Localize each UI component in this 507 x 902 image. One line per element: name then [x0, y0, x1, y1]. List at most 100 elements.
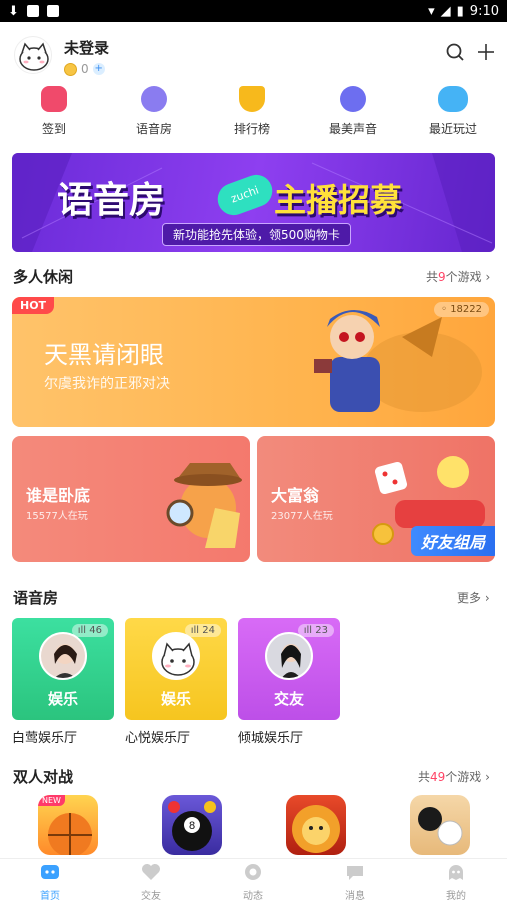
more-suffix: 个游戏: [445, 770, 482, 784]
chevron-right-icon: ›: [484, 591, 490, 605]
voice-room-icon: [141, 86, 167, 112]
game-card-title: 谁是卧底: [26, 486, 91, 505]
quicknav-label: 签到: [41, 122, 66, 136]
quicknav-checkin[interactable]: 签到: [14, 86, 94, 137]
wifi-icon: ▾: [428, 3, 435, 19]
game-card-players: 15577人在玩: [26, 511, 88, 522]
quicknav-label: 排行榜: [233, 122, 270, 136]
quicknav-recent[interactable]: 最近玩过: [413, 86, 493, 137]
more-prefix: 共: [426, 270, 439, 284]
search-icon[interactable]: [443, 40, 467, 64]
game-card-undercover[interactable]: 谁是卧底 15577人在玩: [12, 436, 250, 562]
game-card-title: 大富翁: [271, 486, 320, 505]
voice-room-card[interactable]: ıll 24 娱乐: [125, 618, 227, 720]
section-more-casual[interactable]: 共9个游戏 ›: [426, 268, 490, 285]
promo-banner[interactable]: 语音房 zuchi 主播招募 新功能抢先体验，领500购物卡: [12, 153, 495, 252]
voice-room-card[interactable]: ıll 46 娱乐: [12, 618, 114, 720]
moments-tab-icon: [245, 864, 261, 880]
download-icon: ⬇: [8, 3, 19, 19]
quick-nav: 签到 语音房 排行榜 最美声音 最近玩过: [0, 86, 507, 142]
more-prefix: 共: [418, 770, 431, 784]
calendar-icon: [41, 86, 67, 112]
voice-room-name[interactable]: 心悦娱乐厅: [125, 727, 190, 746]
billiards-icon: 8: [168, 801, 216, 851]
section-more-voice[interactable]: 更多 ›: [457, 589, 490, 606]
signal-bars-icon: ıll: [190, 625, 200, 636]
game-icon-billiards[interactable]: 8: [162, 795, 222, 855]
section-title-duel: 双人对战: [13, 768, 74, 786]
banner-subtitle: 新功能抢先体验，领500购物卡: [162, 223, 351, 246]
message-tab-icon: [347, 866, 363, 880]
coin-balance[interactable]: 0 +: [64, 62, 105, 76]
room-tag: 娱乐: [160, 690, 191, 708]
coin-icon: [64, 62, 77, 76]
more-count: 49: [430, 770, 446, 784]
quicknav-label: 最近玩过: [428, 122, 477, 136]
tab-friends[interactable]: 交友: [121, 863, 181, 902]
trophy-icon: [239, 86, 265, 112]
music-note-icon: [340, 86, 366, 112]
profile-tab-icon: [449, 865, 463, 880]
username[interactable]: 未登录: [64, 37, 109, 58]
signal-icon: ◢: [440, 3, 451, 19]
more-count: 9: [438, 270, 446, 284]
detective-character-illustration: [314, 309, 482, 412]
cat-avatar-icon: [19, 42, 49, 71]
go-game-icon: [418, 807, 463, 846]
tab-profile[interactable]: 我的: [426, 863, 486, 902]
listener-count: ıll 23: [297, 624, 334, 637]
tab-home[interactable]: 首页: [20, 863, 80, 902]
status-time: 9:10: [469, 3, 499, 19]
add-icon[interactable]: [474, 40, 498, 64]
tab-moments[interactable]: 动态: [223, 863, 283, 902]
hot-badge: HOT: [12, 297, 55, 314]
voice-room-card[interactable]: ıll 23 交友: [238, 618, 340, 720]
quicknav-voice-room[interactable]: 语音房: [114, 86, 194, 137]
listener-number: 46: [89, 625, 102, 636]
game-card-monopoly[interactable]: 大富翁 23077人在玩 好友组局: [257, 436, 495, 562]
voice-room-name[interactable]: 倾城娱乐厅: [238, 727, 303, 746]
game-icon-basketball[interactable]: NEW: [38, 795, 98, 855]
feature-game-subtitle: 尔虞我诈的正邪对决: [44, 376, 170, 392]
lion-icon: [292, 805, 340, 853]
host-avatar: [152, 632, 200, 680]
bottom-tab-bar: 首页 交友 动态 消息 我的: [0, 858, 507, 902]
home-tab-icon: [41, 865, 59, 879]
friends-party-ribbon: 好友组局: [410, 526, 495, 556]
chevron-right-icon: ›: [485, 770, 490, 784]
more-suffix: 个游戏: [445, 270, 482, 284]
host-avatar: [39, 632, 87, 680]
game-icon-lion[interactable]: [286, 795, 346, 855]
section-more-duel[interactable]: 共49个游戏 ›: [418, 768, 490, 785]
room-tag: 交友: [273, 690, 304, 708]
banner-title-left: 语音房: [57, 180, 166, 221]
listener-count: ıll 24: [184, 624, 221, 637]
battery-icon: ▮: [456, 3, 464, 19]
new-badge: NEW: [38, 795, 65, 806]
feature-game-card[interactable]: HOT ◦ 18222 天黑请闭眼 尔虞我诈的正邪对决: [12, 297, 495, 427]
section-title-casual: 多人休闲: [13, 268, 74, 286]
detective-blob-illustration: [166, 463, 242, 548]
tab-messages[interactable]: 消息: [325, 863, 385, 902]
voice-room-name[interactable]: 白莺娱乐厅: [12, 727, 77, 746]
quicknav-ranking[interactable]: 排行榜: [212, 86, 292, 137]
game-icon-go[interactable]: [410, 795, 470, 855]
quicknav-best-voice[interactable]: 最美声音: [313, 86, 393, 137]
listener-number: 23: [315, 625, 328, 636]
cat-avatar-icon: [154, 634, 198, 678]
feature-game-title: 天黑请闭眼: [44, 341, 164, 369]
quicknav-label: 语音房: [135, 122, 172, 136]
game-card-players: 23077人在玩: [271, 511, 333, 522]
add-coin-icon[interactable]: +: [92, 63, 105, 75]
top-header: 未登录 0 +: [0, 22, 507, 82]
woman-portrait-icon: [41, 634, 85, 678]
signal-bars-icon: ıll: [303, 625, 313, 636]
banner-title-right: 主播招募: [274, 181, 403, 219]
avatar[interactable]: [14, 36, 52, 74]
svg-text:8: 8: [189, 820, 195, 832]
image-notification-icon: [46, 5, 59, 17]
section-title-voice: 语音房: [13, 589, 59, 607]
room-tag: 娱乐: [47, 690, 78, 708]
woman-portrait-icon: [267, 634, 311, 678]
listener-number: 24: [202, 625, 215, 636]
